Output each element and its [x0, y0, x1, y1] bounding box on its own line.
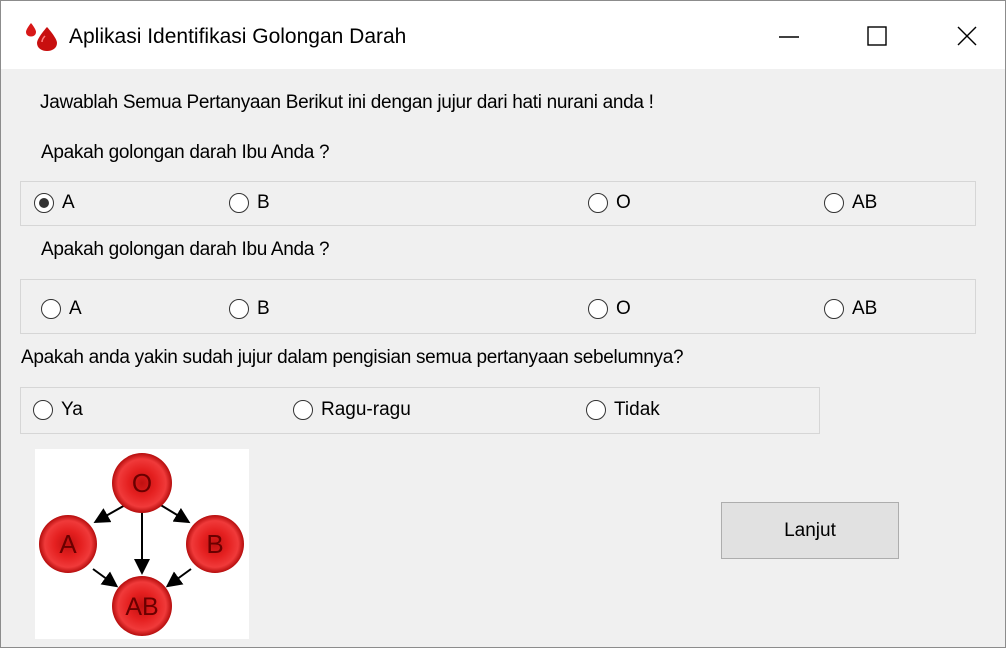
- blood-type-diagram-image: O A B AB: [39, 453, 244, 636]
- instruction-text: Jawablah Semua Pertanyaan Berikut ini de…: [40, 92, 654, 113]
- svg-text:AB: AB: [125, 593, 158, 621]
- app-window: Aplikasi Identifikasi Golongan Darah Jaw…: [0, 0, 1006, 648]
- option-label: B: [257, 298, 270, 319]
- question2-group: A B O AB: [20, 279, 976, 334]
- radio-icon: [586, 400, 606, 420]
- close-icon: [957, 26, 977, 46]
- question1-option-o[interactable]: O: [588, 192, 631, 214]
- radio-icon: [41, 299, 61, 319]
- option-label: Ragu-ragu: [321, 399, 411, 420]
- option-label: A: [69, 298, 82, 319]
- radio-icon: [229, 193, 249, 213]
- question2-label: Apakah golongan darah Ibu Anda ?: [41, 239, 330, 260]
- question3-option-tidak[interactable]: Tidak: [586, 399, 660, 421]
- question1-option-a[interactable]: A: [34, 192, 75, 214]
- option-label: Tidak: [614, 399, 660, 420]
- question3-group: Ya Ragu-ragu Tidak: [20, 387, 820, 434]
- question2-option-ab[interactable]: AB: [824, 298, 877, 320]
- option-label: Ya: [61, 399, 83, 420]
- radio-icon: [33, 400, 53, 420]
- radio-icon: [588, 299, 608, 319]
- next-button[interactable]: Lanjut: [721, 502, 899, 559]
- close-button[interactable]: [939, 7, 995, 65]
- question3-option-ya[interactable]: Ya: [33, 399, 83, 421]
- minimize-button[interactable]: [761, 7, 817, 65]
- radio-icon: [293, 400, 313, 420]
- window-title: Aplikasi Identifikasi Golongan Darah: [69, 25, 407, 48]
- question2-option-a[interactable]: A: [41, 298, 82, 320]
- question3-option-ragu[interactable]: Ragu-ragu: [293, 399, 411, 421]
- svg-text:A: A: [59, 529, 77, 559]
- title-bar: Aplikasi Identifikasi Golongan Darah: [1, 1, 1005, 69]
- radio-icon: [824, 193, 844, 213]
- option-label: O: [616, 298, 631, 319]
- option-label: AB: [852, 298, 878, 319]
- question3-label: Apakah anda yakin sudah jujur dalam peng…: [21, 347, 684, 368]
- question1-option-b[interactable]: B: [229, 192, 270, 214]
- svg-text:O: O: [132, 468, 152, 498]
- question2-option-o[interactable]: O: [588, 298, 631, 320]
- maximize-button[interactable]: [849, 7, 905, 65]
- option-label: A: [62, 192, 75, 213]
- blood-drop-icon: [26, 23, 57, 51]
- cell-b: B: [186, 515, 244, 573]
- maximize-icon: [867, 26, 887, 46]
- question1-label: Apakah golongan darah Ibu Anda ?: [41, 142, 330, 163]
- radio-icon: [229, 299, 249, 319]
- question2-option-b[interactable]: B: [229, 298, 270, 320]
- cell-o: O: [112, 453, 172, 513]
- cell-ab: AB: [112, 576, 172, 636]
- radio-icon: [588, 193, 608, 213]
- radio-icon: [824, 299, 844, 319]
- option-label: AB: [852, 192, 878, 213]
- question1-option-ab[interactable]: AB: [824, 192, 877, 214]
- option-label: O: [616, 192, 631, 213]
- option-label: B: [257, 192, 270, 213]
- question1-group: A B O AB: [20, 181, 976, 226]
- blood-type-diagram: O A B AB: [35, 449, 249, 639]
- radio-checked-icon: [34, 193, 54, 213]
- minimize-icon: [779, 36, 799, 38]
- svg-text:B: B: [206, 529, 223, 559]
- cell-a: A: [39, 515, 97, 573]
